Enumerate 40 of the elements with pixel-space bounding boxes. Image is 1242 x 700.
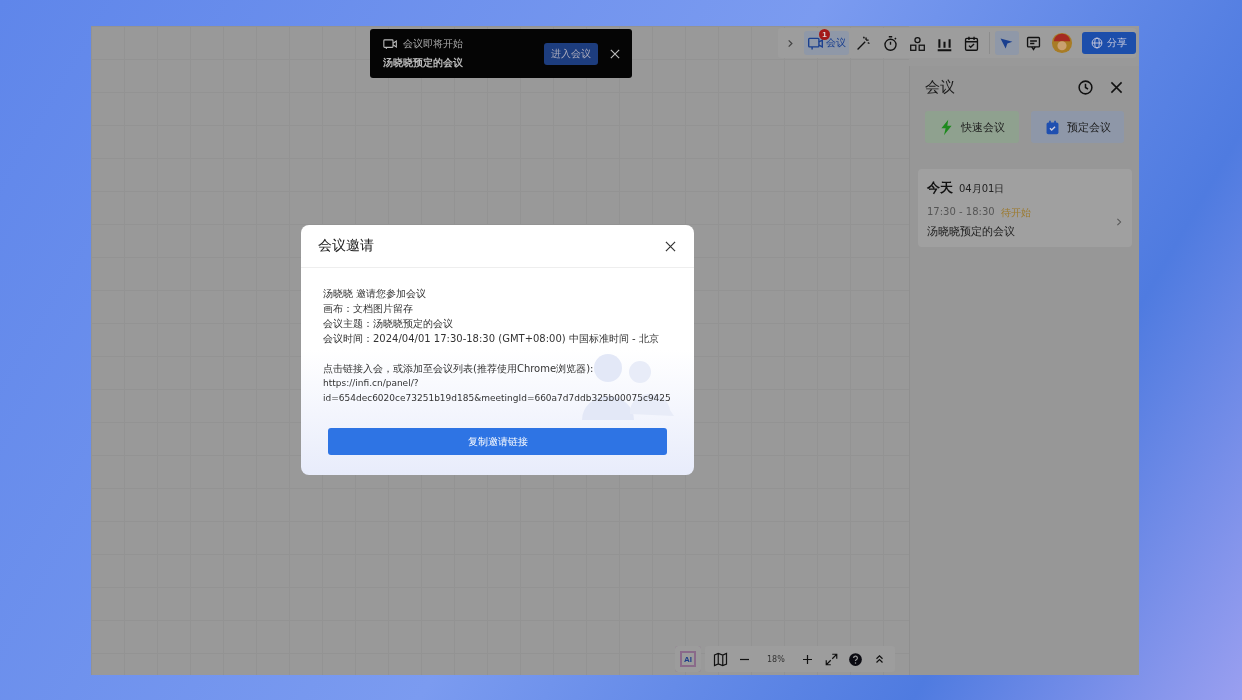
ai-button[interactable]: AI <box>675 646 701 672</box>
stopwatch-icon <box>882 34 899 52</box>
close-icon[interactable] <box>1108 79 1125 96</box>
invite-text-line: 汤晓晓 邀请您参加会议 <box>323 287 427 301</box>
video-camera-icon <box>383 38 398 50</box>
toast-title: 会议即将开始 <box>403 37 463 51</box>
clock-icon[interactable] <box>1077 79 1094 96</box>
link-intro: 点击链接入会，或添加至会议列表(推荐使用Chrome浏览器): <box>323 362 594 376</box>
day-date: 04月01日 <box>959 182 1005 196</box>
panel-title: 会议 <box>925 78 956 97</box>
copy-link-button[interactable]: 复制邀请链接 <box>328 428 667 455</box>
invite-text-line: 会议主题：汤晓晓预定的会议 <box>323 317 453 331</box>
join-button[interactable]: 进入会议 <box>544 42 598 65</box>
action-button[interactable]: 预定会议 <box>1030 111 1124 143</box>
dialog-title: 会议邀请 <box>318 237 374 255</box>
people-boxes-icon <box>909 34 926 52</box>
fullscreen-icon[interactable] <box>823 651 839 667</box>
close-icon[interactable] <box>665 240 676 252</box>
chevron-right-icon <box>1115 218 1123 226</box>
share-button[interactable]: 分享 <box>1082 32 1136 54</box>
map-icon[interactable] <box>713 651 728 667</box>
meeting-item[interactable]: 17:30 - 18:30 待开始 汤晓晓预定的会议 <box>927 206 1123 239</box>
expand-icon[interactable] <box>786 38 795 48</box>
help-icon[interactable] <box>847 651 863 667</box>
toast-subtitle: 汤晓晓预定的会议 <box>383 56 464 70</box>
zoom-level: 18% <box>766 654 786 664</box>
meeting-tool-button[interactable]: 会议 1 <box>804 31 849 55</box>
invite-link-line: https://infi.cn/panel/? <box>323 377 419 390</box>
calendar-check-icon <box>963 34 980 52</box>
action-button[interactable]: 快速会议 <box>925 111 1019 143</box>
close-icon[interactable] <box>610 48 620 59</box>
day-heading: 今天 <box>927 179 953 197</box>
pointer-tool-button[interactable] <box>995 31 1019 55</box>
comment-icon <box>1025 34 1042 52</box>
invite-link-line: id=654dec6020ce73251b19d185&meetingId=660a7d7ddb325b00075c9425 <box>323 392 671 405</box>
avatar-icon[interactable] <box>1051 32 1073 54</box>
invite-text-line: 画布：文档图片留存 <box>323 302 413 316</box>
globe-icon <box>1091 37 1103 49</box>
magic-wand-icon <box>855 34 872 52</box>
invite-text-line: 会议时间：2024/04/01 17:30-18:30 (GMT+08:00) 中国标准时间 - 北京 <box>323 332 659 346</box>
